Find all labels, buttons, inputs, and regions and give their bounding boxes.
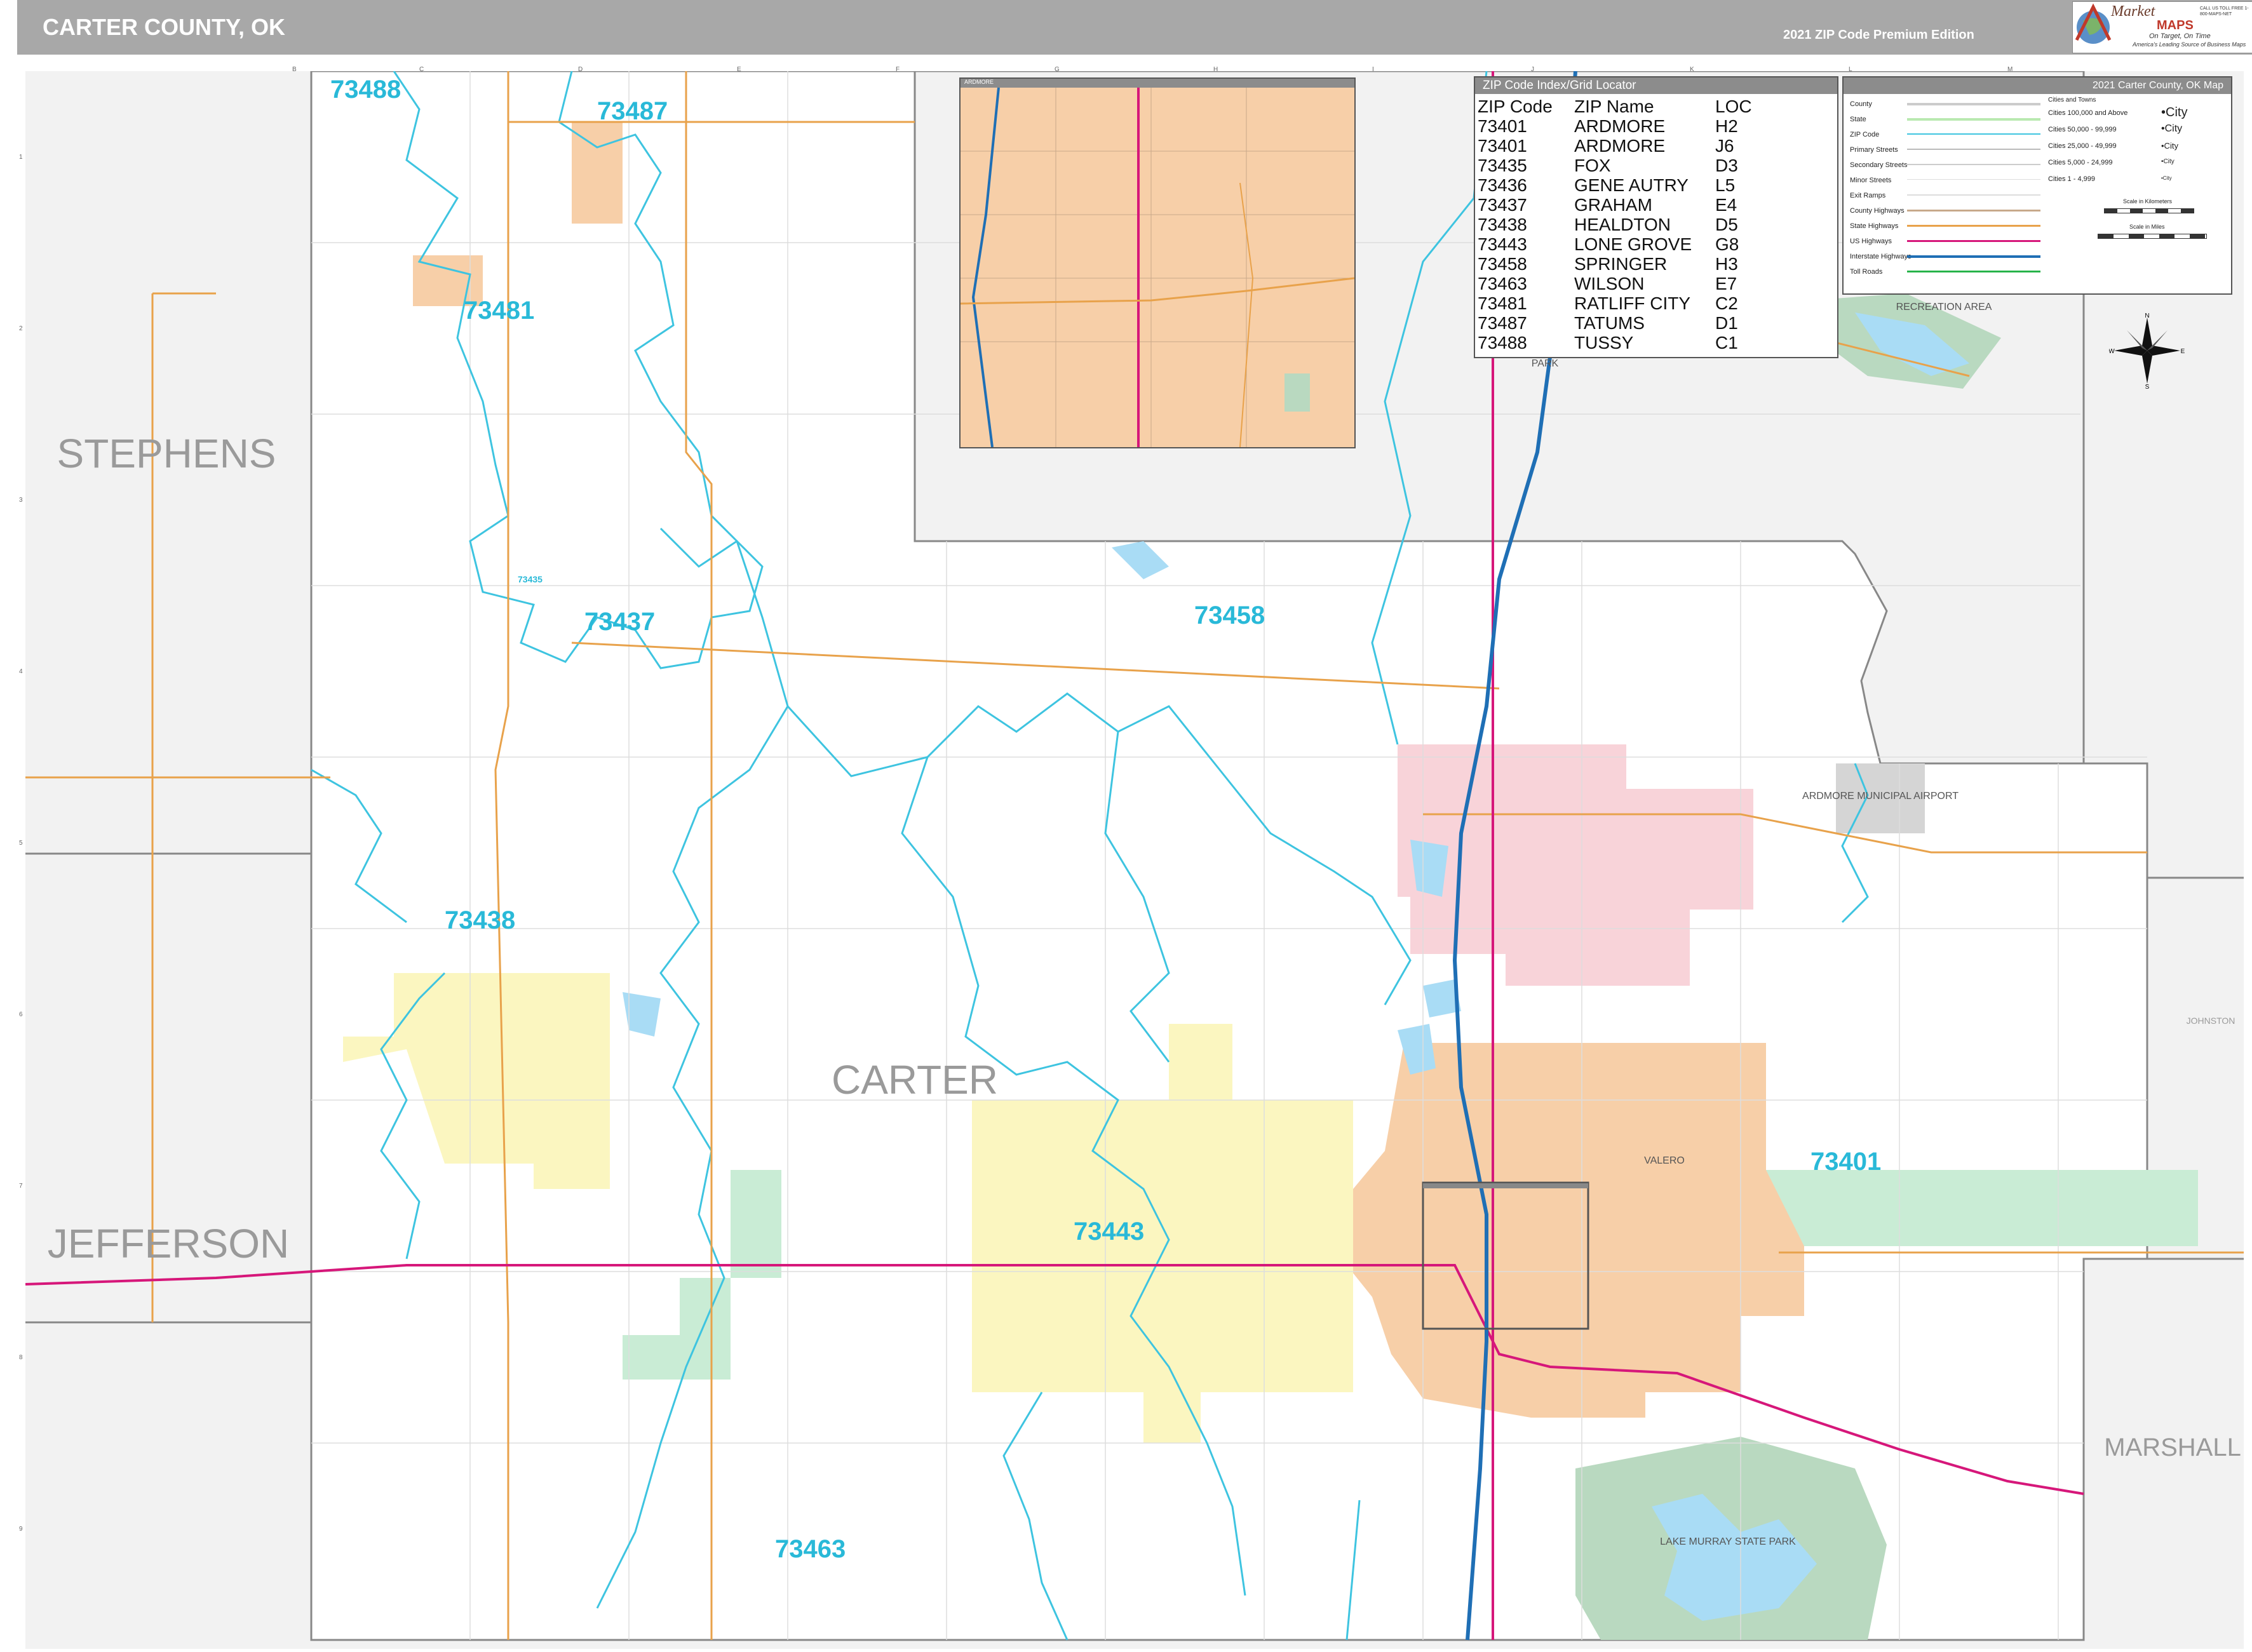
county-label-marshall: MARSHALL bbox=[2104, 1434, 2241, 1461]
logo-tagline: On Target, On Time bbox=[2149, 32, 2211, 40]
zip-index-row: 73438 HEALDTON D5 bbox=[1478, 215, 1738, 234]
park-label: PARK bbox=[1532, 358, 1559, 369]
county-label-johnston: JOHNSTON bbox=[2187, 1016, 2235, 1026]
legend-cities-header: Cities and Towns bbox=[2048, 97, 2096, 104]
legend-state: State bbox=[1850, 116, 1866, 123]
legend-state-hwy: State Highways bbox=[1850, 222, 1899, 230]
svg-text:W: W bbox=[2109, 348, 2115, 355]
county-label-jefferson: JEFFERSON bbox=[48, 1221, 289, 1266]
legend-scale-km: Scale in Kilometers bbox=[2123, 198, 2173, 205]
zip-label-73401: 73401 bbox=[1810, 1148, 1881, 1176]
zip-label-73443: 73443 bbox=[1074, 1218, 1144, 1246]
legend-zip: ZIP Code bbox=[1850, 131, 1880, 138]
globe-icon bbox=[2075, 3, 2112, 44]
zip-index-row: 73401 ARDMORE H2 bbox=[1478, 116, 1738, 136]
zip-index-panel: ZIP Code Index/Grid Locator ZIP Code ZIP… bbox=[1474, 76, 1838, 358]
logo-tagline-2: America's Leading Source of Business Map… bbox=[2133, 41, 2246, 48]
legend-us-hwy: US Highways bbox=[1850, 238, 1892, 245]
airport-label: ARDMORE MUNICIPAL AIRPORT bbox=[1802, 791, 1959, 802]
zip-label-73438: 73438 bbox=[445, 906, 515, 934]
legend-city-2: Cities 50,000 - 99,999 bbox=[2048, 126, 2117, 133]
zip-index-header-row: ZIP Code ZIP Name LOC bbox=[1478, 97, 1752, 116]
title-bar: CARTER COUNTY, OK 2021 ZIP Code Premium … bbox=[17, 0, 2252, 55]
scale-bar-km bbox=[2104, 208, 2194, 213]
svg-text:E: E bbox=[2181, 348, 2185, 355]
zip-index-row: 73481 RATLIFF CITY C2 bbox=[1478, 293, 1738, 313]
ardmore-east-area bbox=[1766, 1170, 2198, 1246]
ardmore-inset-map[interactable]: ARDMORE bbox=[959, 77, 1356, 448]
zip-index-row: 73463 WILSON E7 bbox=[1478, 274, 1737, 293]
zip-label-73435: 73435 bbox=[518, 574, 543, 584]
zip-index-row: 73458 SPRINGER H3 bbox=[1478, 254, 1738, 274]
legend-city-1: Cities 100,000 and Above bbox=[2048, 109, 2128, 117]
legend-minor: Minor Streets bbox=[1850, 177, 1892, 184]
compass-icon: N S E W bbox=[2109, 312, 2185, 389]
zip-label-73481: 73481 bbox=[464, 297, 534, 325]
map-canvas[interactable]: STEPHENS JEFFERSON CARTER MARSHALL JOHNS… bbox=[19, 66, 2244, 1649]
legend-panel: 2021 Carter County, OK Map County State … bbox=[1842, 76, 2232, 295]
zip-index-row: 73435 FOX D3 bbox=[1478, 156, 1738, 175]
map-title: CARTER COUNTY, OK bbox=[43, 14, 286, 40]
legend-city-3: Cities 25,000 - 49,999 bbox=[2048, 142, 2117, 150]
logo-contact: CALL US TOLL FREE 1-800-MAPS-NET bbox=[2200, 6, 2249, 17]
logo-brand-top: Market bbox=[2111, 3, 2155, 20]
zip-index-row: 73437 GRAHAM E4 bbox=[1478, 195, 1737, 215]
county-label-stephens: STEPHENS bbox=[57, 431, 276, 476]
legend-county-hwy: County Highways bbox=[1850, 207, 1905, 215]
legend-primary: Primary Streets bbox=[1850, 146, 1898, 154]
lake-murray-label: LAKE MURRAY STATE PARK bbox=[1660, 1536, 1796, 1547]
inset-label: ARDMORE bbox=[961, 79, 1354, 88]
legend-city-4: Cities 5,000 - 24,999 bbox=[2048, 159, 2113, 166]
scale-bar-mi bbox=[2098, 234, 2207, 239]
recreation-area-label: RECREATION AREA bbox=[1896, 302, 1992, 312]
legend-toll: Toll Roads bbox=[1850, 268, 1883, 276]
edition-label: 2021 ZIP Code Premium Edition bbox=[1783, 28, 1974, 42]
zip-index-row: 73401 ARDMORE J6 bbox=[1478, 136, 1734, 156]
zip-label-73487: 73487 bbox=[597, 97, 668, 125]
zip-index-table: ZIP Code ZIP Name LOC 73401 ARDMORE H2 734… bbox=[1478, 97, 1756, 353]
legend-exit: Exit Ramps bbox=[1850, 192, 1886, 199]
legend-scale-mi: Scale in Miles bbox=[2129, 224, 2165, 230]
market-maps-logo: Market MAPS On Target, On Time America's… bbox=[2072, 1, 2252, 53]
legend-secondary: Secondary Streets bbox=[1850, 161, 1908, 169]
legend-city-5: Cities 1 - 4,999 bbox=[2048, 175, 2095, 183]
legend-county: County bbox=[1850, 100, 1872, 108]
zip-index-row: 73436 GENE AUTRY L5 bbox=[1478, 175, 1736, 195]
tatums-area bbox=[572, 122, 623, 224]
zip-label-73463: 73463 bbox=[775, 1535, 846, 1563]
inset-svg bbox=[961, 88, 1354, 447]
svg-text:S: S bbox=[2145, 384, 2150, 389]
zip-index-row: 73488 TUSSY C1 bbox=[1478, 333, 1738, 353]
svg-text:N: N bbox=[2145, 312, 2149, 319]
zip-index-header: ZIP Code Index/Grid Locator bbox=[1475, 77, 1837, 94]
zip-label-73458: 73458 bbox=[1194, 601, 1265, 629]
zip-label-73488: 73488 bbox=[330, 76, 401, 104]
zip-label-73437: 73437 bbox=[584, 608, 655, 636]
valero-label: VALERO bbox=[1644, 1155, 1685, 1166]
ardmore-area bbox=[1347, 1043, 1804, 1418]
zip-index-row: 73443 LONE GROVE G8 bbox=[1478, 234, 1739, 254]
wilson-green-area bbox=[731, 1170, 781, 1278]
legend-header: 2021 Carter County, OK Map bbox=[1844, 77, 2231, 94]
logo-brand-bottom: MAPS bbox=[2157, 18, 2194, 32]
zip-index-row: 73487 TATUMS D1 bbox=[1478, 313, 1738, 333]
legend-interstate: Interstate Highways bbox=[1850, 253, 1912, 260]
county-label-carter: CARTER bbox=[832, 1057, 998, 1103]
